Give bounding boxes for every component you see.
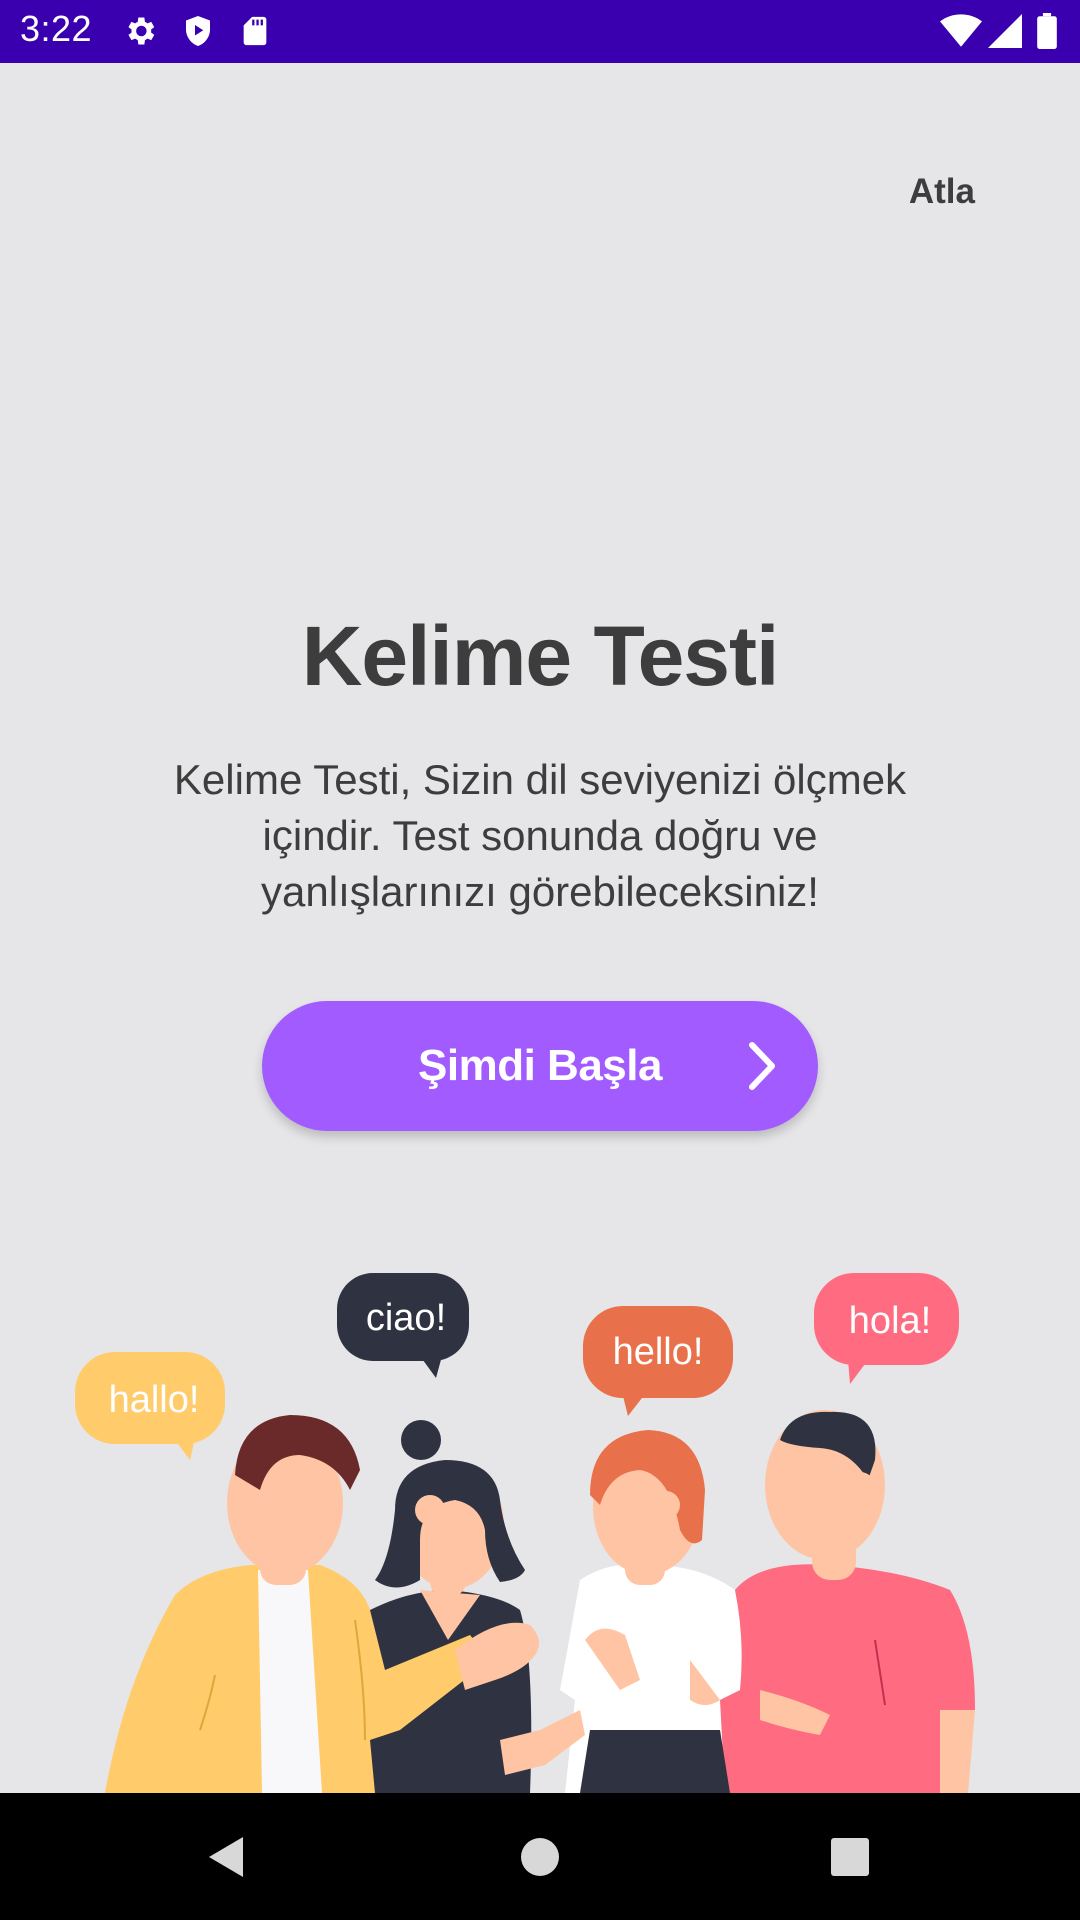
people-greeting-illustration: hallo! ciao! hello! hola! xyxy=(75,1273,975,1793)
gear-icon xyxy=(128,17,155,45)
bubble-text-hello: hello! xyxy=(613,1331,704,1373)
speech-bubble-hallo: hallo! xyxy=(75,1352,225,1460)
bubble-text-ciao: ciao! xyxy=(366,1297,446,1339)
start-button[interactable]: Şimdi Başla xyxy=(262,1001,818,1131)
back-icon xyxy=(209,1836,243,1877)
battery-icon xyxy=(1037,13,1057,49)
sd-card-icon xyxy=(243,16,267,46)
skip-button[interactable]: Atla xyxy=(909,172,975,212)
home-icon xyxy=(521,1837,559,1876)
page-title: Kelime Testi xyxy=(301,609,780,703)
start-button-label: Şimdi Başla xyxy=(418,1041,662,1090)
bubble-text-hola: hola! xyxy=(849,1300,931,1342)
chevron-right-icon xyxy=(749,1042,775,1090)
status-bar: 3:22 xyxy=(0,0,1080,63)
signal-icon xyxy=(988,14,1022,48)
page-description: Kelime Testi, Sizin dil seviyenizi ölçme… xyxy=(173,756,907,915)
shield-play-icon xyxy=(186,16,210,46)
nav-home-button[interactable] xyxy=(460,1793,620,1920)
nav-back-button[interactable] xyxy=(145,1793,305,1920)
person-white-shirt xyxy=(560,1430,742,1793)
speech-bubble-ciao: ciao! xyxy=(337,1273,469,1378)
recents-icon xyxy=(831,1837,869,1876)
nav-recents-button[interactable] xyxy=(770,1793,930,1920)
bubble-text-hallo: hallo! xyxy=(109,1379,200,1421)
navigation-bar xyxy=(0,1793,1080,1920)
speech-bubble-hello: hello! xyxy=(583,1306,733,1416)
person-dark-top xyxy=(358,1420,585,1793)
speech-bubble-hola: hola! xyxy=(814,1273,959,1384)
status-time: 3:22 xyxy=(20,8,93,49)
wifi-icon xyxy=(940,14,982,47)
person-pink-shirt xyxy=(715,1410,975,1793)
